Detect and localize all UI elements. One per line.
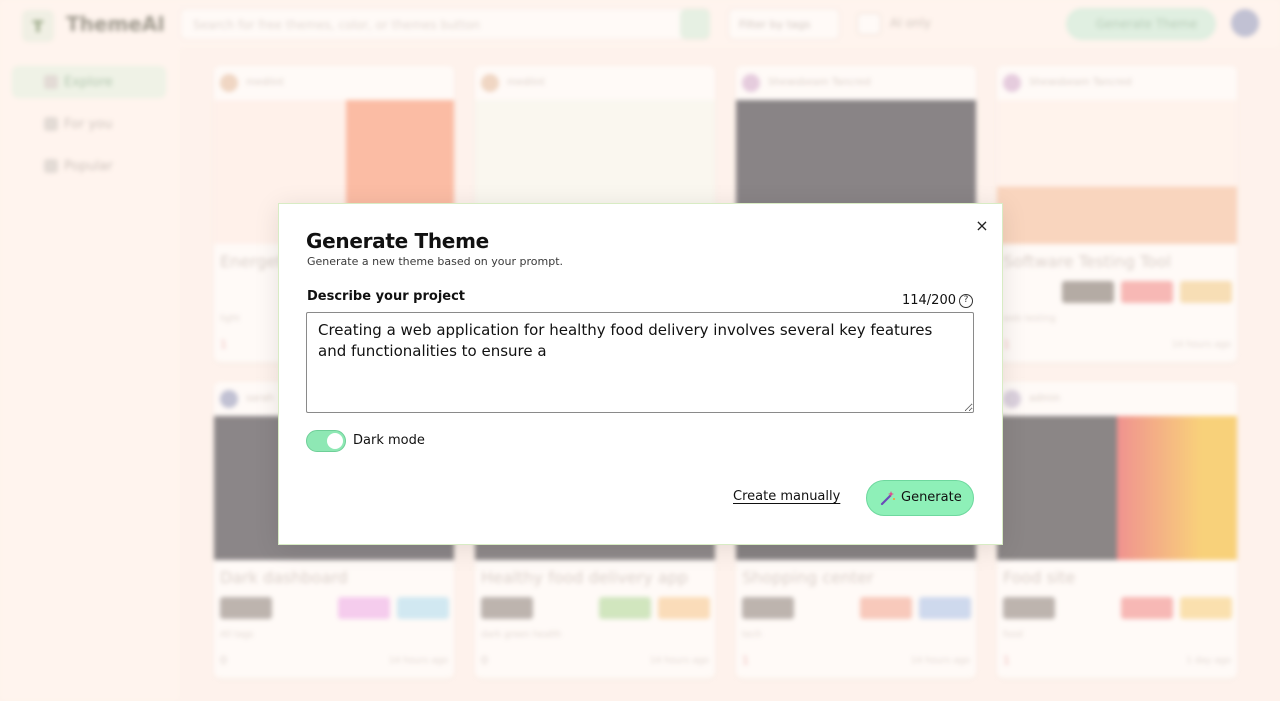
- prompt-label: Describe your project: [307, 289, 466, 304]
- dark-mode-toggle[interactable]: [306, 430, 346, 452]
- generate-button-label: Generate: [901, 490, 962, 505]
- dialog-subtitle: Generate a new theme based on your promp…: [307, 255, 564, 268]
- dialog-title: Generate Theme: [306, 229, 489, 253]
- create-manually-link[interactable]: Create manually: [733, 489, 840, 504]
- dark-mode-label: Dark mode: [353, 433, 425, 448]
- magic-wand-icon: [880, 491, 895, 506]
- character-counter: 114/200: [901, 293, 956, 308]
- close-icon[interactable]: ×: [972, 216, 992, 236]
- generate-button[interactable]: Generate: [866, 480, 974, 516]
- project-description-input[interactable]: Creating a web application for healthy f…: [306, 312, 974, 413]
- toggle-knob: [327, 433, 343, 449]
- help-icon[interactable]: ?: [959, 294, 973, 308]
